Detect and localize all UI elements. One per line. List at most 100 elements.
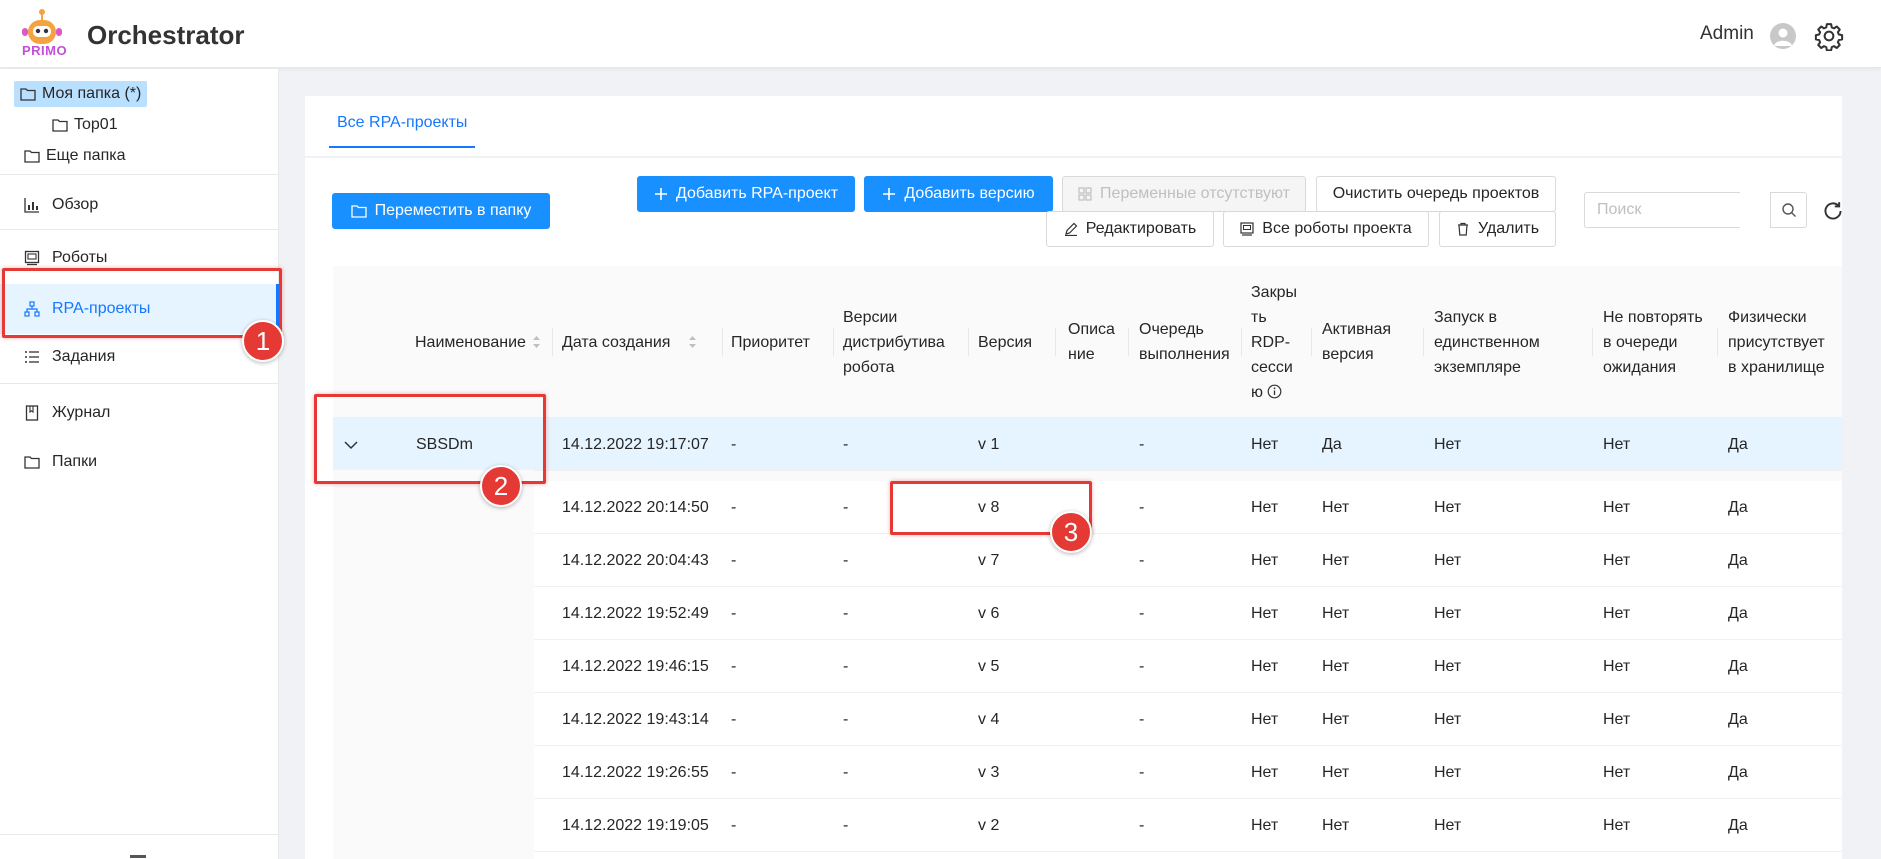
robot-icon xyxy=(1240,222,1254,236)
column-header-created[interactable]: Дата создания xyxy=(562,266,697,418)
table-row[interactable]: 14.12.2022 20:04:43 - - v 7 - Нет Нет Нет Нет Да xyxy=(534,534,1842,587)
app-title: Orchestrator xyxy=(87,20,245,50)
cell-single: Нет xyxy=(1434,604,1462,622)
move-to-folder-button[interactable]: Переместить в папку xyxy=(332,193,550,229)
tabs-bar: Все RPA-проекты xyxy=(305,96,1842,156)
gear-icon[interactable] xyxy=(1814,21,1844,51)
cell-single: Нет xyxy=(1434,498,1462,516)
tree-folder-my-folder[interactable]: Моя папка (*) xyxy=(14,81,148,107)
cell-active: Нет xyxy=(1322,763,1350,781)
cell-created: 14.12.2022 19:26:55 xyxy=(562,763,709,781)
nav-item-label: Журнал xyxy=(52,404,111,421)
cell-dist: - xyxy=(843,498,849,516)
plus-icon xyxy=(654,188,667,200)
cell-version: v 3 xyxy=(978,763,1000,781)
search-button[interactable] xyxy=(1770,192,1807,228)
user-name[interactable]: Admin xyxy=(1700,23,1754,45)
cell-version: v 6 xyxy=(978,604,1000,622)
search-icon xyxy=(1781,203,1796,217)
clear-queue-button[interactable]: Очистить очередь проектов xyxy=(1316,176,1556,212)
cell-rdp: Нет xyxy=(1251,604,1279,622)
plus-icon xyxy=(883,188,896,200)
cell-physical: Да xyxy=(1728,763,1748,781)
cell-dist: - xyxy=(843,551,849,569)
table-row[interactable]: 14.12.2022 19:46:15 - - v 5 - Нет Нет Нет Нет Да xyxy=(534,640,1842,693)
annotation-badge-1: 1 xyxy=(242,320,284,362)
nav-item-overview[interactable]: Обзор xyxy=(0,179,279,231)
info-icon[interactable] xyxy=(1267,384,1282,399)
tree-folder-label: Моя папка (*) xyxy=(42,85,142,102)
nav-item-folders[interactable]: Папки xyxy=(0,436,279,488)
tree-folder-top01[interactable]: Top01 xyxy=(46,112,124,138)
divider xyxy=(0,834,279,835)
cell-rdp: Нет xyxy=(1251,710,1279,728)
folder-icon xyxy=(52,119,68,132)
sidebar-collapse-handle[interactable] xyxy=(130,855,146,858)
grid-icon xyxy=(1078,187,1092,201)
cell-created: 14.12.2022 20:04:43 xyxy=(562,551,709,569)
nav-item-tasks[interactable]: Задания xyxy=(0,334,279,380)
cell-priority: - xyxy=(731,498,737,516)
cell-dist: - xyxy=(843,763,849,781)
column-header-label: Дата создания xyxy=(562,333,671,351)
button-label: Все роботы проекта xyxy=(1262,220,1412,237)
column-header-norepeat: Не повторять в очереди ожидания xyxy=(1603,308,1703,376)
cell-physical: Да xyxy=(1728,435,1748,453)
cell-physical: Да xyxy=(1728,657,1748,675)
refresh-icon[interactable] xyxy=(1822,200,1844,222)
tree-folder-label: Top01 xyxy=(74,116,118,133)
user-icon xyxy=(1774,28,1792,46)
cell-active: Нет xyxy=(1322,551,1350,569)
cell-single: Нет xyxy=(1434,710,1462,728)
search-input[interactable] xyxy=(1584,192,1740,228)
cell-queue: - xyxy=(1139,657,1145,675)
button-label: Очистить очередь проектов xyxy=(1332,185,1540,202)
logo-text: PRIMO xyxy=(22,43,68,58)
cell-dist: - xyxy=(843,710,849,728)
tree-folder-another[interactable]: Еще папка xyxy=(18,143,131,169)
cell-priority: - xyxy=(731,763,737,781)
cell-active: Нет xyxy=(1322,604,1350,622)
cell-priority: - xyxy=(731,816,737,834)
cell-norepeat: Нет xyxy=(1603,435,1631,453)
cell-norepeat: Нет xyxy=(1603,710,1631,728)
cell-queue: - xyxy=(1139,498,1145,516)
column-header-dist-versions: Версии дистрибутива робота xyxy=(843,308,945,376)
cell-priority: - xyxy=(731,604,737,622)
tab-all-rpa-projects[interactable]: Все RPA-проекты xyxy=(329,114,476,148)
cell-version: v 5 xyxy=(978,657,1000,675)
add-project-button[interactable]: Добавить RPA-проект xyxy=(637,176,855,212)
row-spacer xyxy=(333,471,1842,481)
cell-norepeat: Нет xyxy=(1603,604,1631,622)
cell-queue: - xyxy=(1139,816,1145,834)
no-variables-button[interactable]: Переменные отсутствуют xyxy=(1062,176,1306,212)
nav-item-journal[interactable]: Журнал xyxy=(0,387,279,439)
cell-version: v 1 xyxy=(978,435,1000,453)
cell-norepeat: Нет xyxy=(1603,763,1631,781)
table-row[interactable]: 14.12.2022 19:26:55 - - v 3 - Нет Нет Нет Нет Да xyxy=(534,746,1842,799)
cell-dist: - xyxy=(843,604,849,622)
table-row[interactable]: 14.12.2022 19:52:49 - - v 6 - Нет Нет Нет Нет Да xyxy=(534,587,1842,640)
cell-created: 14.12.2022 19:19:05 xyxy=(562,816,709,834)
user-avatar[interactable] xyxy=(1770,23,1796,49)
add-version-button[interactable]: Добавить версию xyxy=(864,176,1053,212)
cell-physical: Да xyxy=(1728,498,1748,516)
cell-dist: - xyxy=(843,816,849,834)
cell-version: v 2 xyxy=(978,816,1000,834)
button-label: Редактировать xyxy=(1085,220,1197,237)
bar-chart-icon xyxy=(24,198,39,213)
cell-version: v 7 xyxy=(978,551,1000,569)
table-header: Наименование Дата создания Приоритет Вер… xyxy=(333,266,1842,418)
table-row[interactable]: 14.12.2022 19:19:05 - - v 2 - Нет Нет Нет Нет Да xyxy=(534,799,1842,852)
sort-icon xyxy=(532,335,541,349)
edit-button[interactable]: Редактировать xyxy=(1046,211,1214,247)
cell-single: Нет xyxy=(1434,816,1462,834)
all-robots-button[interactable]: Все роботы проекта xyxy=(1223,211,1429,247)
table-row[interactable]: 14.12.2022 20:14:50- - v 8- Нет Нет Нет Нет Да xyxy=(534,481,1842,534)
table-row[interactable]: 14.12.2022 19:43:14 - - v 4 - Нет Нет Нет Нет Да xyxy=(534,693,1842,746)
pencil-icon xyxy=(1064,222,1078,236)
table-row-parent[interactable]: SBSDm 14.12.2022 19:17:07 - - v 1 - Нет … xyxy=(333,418,1842,471)
column-header-rdp: Закры ть RDP- сесси ю xyxy=(1251,283,1297,401)
delete-button[interactable]: Удалить xyxy=(1439,211,1556,247)
cell-priority: - xyxy=(731,710,737,728)
